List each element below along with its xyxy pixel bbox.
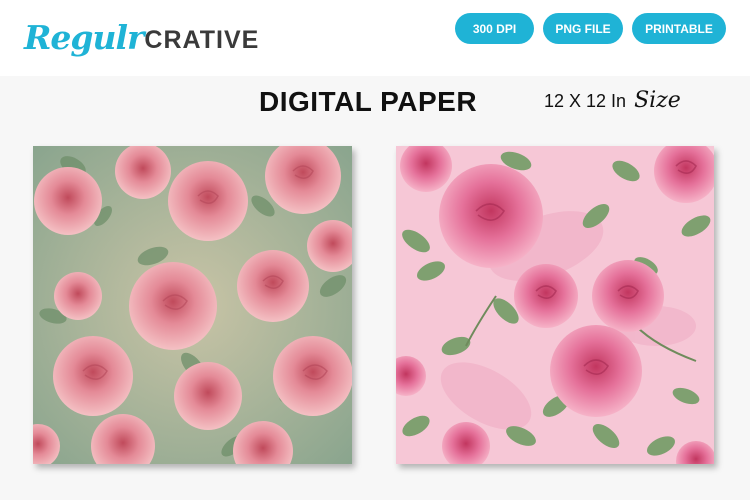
vintage-roses-pattern — [33, 146, 352, 464]
brand-word-text: CRATIVE — [144, 26, 260, 54]
page-title: DIGITAL PAPER — [259, 86, 478, 117]
pink-roses-paper — [396, 146, 714, 464]
brand-logo[interactable]: Regulr CRATIVE — [24, 10, 259, 60]
size-dimension-text: 12 X 12 In — [544, 91, 627, 111]
file-type-badge: PNG FILE — [543, 13, 623, 44]
printable-badge: PRINTABLE — [632, 13, 726, 44]
brand-script-text: Regulr — [24, 18, 144, 57]
size-script-text: Size — [634, 88, 681, 113]
pink-roses-pattern — [396, 146, 714, 464]
vintage-roses-paper — [33, 146, 352, 464]
size-label: 12 X 12 In Size — [544, 88, 681, 113]
badge-row: 300 DPI PNG FILE PRINTABLE — [455, 13, 726, 44]
dpi-badge: 300 DPI — [455, 13, 534, 44]
header-bar: Regulr CRATIVE 300 DPI PNG FILE PRINTABL… — [0, 0, 750, 76]
